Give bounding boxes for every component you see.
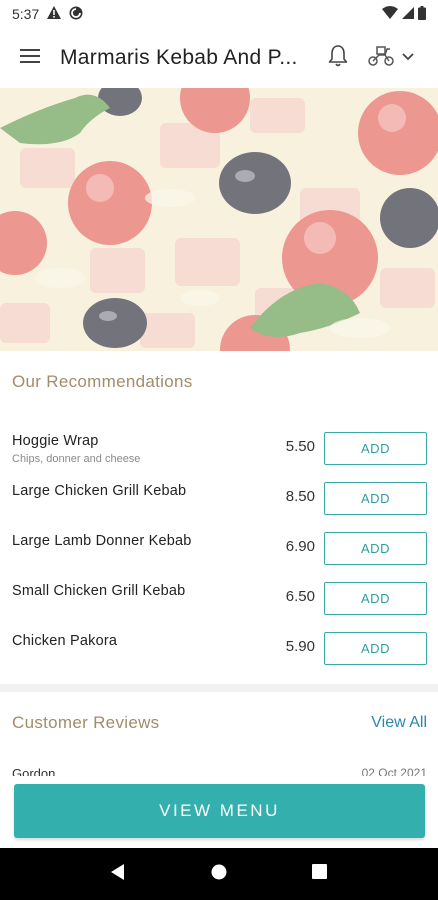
- item-name: Chicken Pakora: [12, 633, 118, 649]
- status-bar: 5:37: [0, 0, 438, 28]
- list-item[interactable]: Hoggie Wrap Chips, donner and cheese 5.5…: [0, 430, 438, 480]
- list-item[interactable]: Chicken Pakora 5.90 ADD: [0, 630, 438, 680]
- view-menu-button[interactable]: VIEW MENU: [14, 784, 425, 838]
- recommendations-list: Hoggie Wrap Chips, donner and cheese 5.5…: [0, 430, 438, 680]
- item-price: 8.50: [285, 488, 315, 505]
- add-button[interactable]: ADD: [324, 632, 427, 665]
- item-name: Small Chicken Grill Kebab: [12, 583, 186, 599]
- item-name: Large Lamb Donner Kebab: [12, 533, 192, 549]
- item-name: Large Chicken Grill Kebab: [12, 483, 187, 499]
- app-bar: Marmaris Kebab And P...: [0, 28, 438, 88]
- chevron-down-icon: [401, 49, 415, 67]
- menu-icon: [20, 48, 40, 68]
- restaurant-title: Marmaris Kebab And P...: [60, 46, 298, 69]
- back-button[interactable]: [98, 854, 138, 894]
- hero-food-image: [0, 88, 438, 351]
- battery-icon: [418, 5, 426, 23]
- delivery-mode-selector[interactable]: [367, 34, 415, 82]
- bell-icon: [328, 44, 348, 73]
- recents-icon: [312, 864, 328, 884]
- signal-icon: [402, 6, 414, 22]
- item-name: Hoggie Wrap: [12, 433, 99, 449]
- back-icon: [110, 863, 126, 886]
- item-description: Chips, donner and cheese: [12, 453, 141, 465]
- system-nav-bar: [0, 848, 438, 900]
- wifi-icon: [382, 6, 398, 22]
- list-item[interactable]: Large Chicken Grill Kebab 8.50 ADD: [0, 480, 438, 530]
- add-button[interactable]: ADD: [324, 482, 427, 515]
- view-all-reviews-link[interactable]: View All: [371, 714, 427, 732]
- add-button[interactable]: ADD: [324, 582, 427, 615]
- home-icon: [211, 864, 227, 885]
- section-divider: [0, 684, 438, 692]
- home-button[interactable]: [199, 854, 239, 894]
- list-item[interactable]: Small Chicken Grill Kebab 6.50 ADD: [0, 580, 438, 630]
- item-price: 5.90: [285, 638, 315, 655]
- item-price: 6.90: [285, 538, 315, 555]
- alert-icon: [47, 6, 62, 22]
- notifications-button[interactable]: [319, 34, 357, 82]
- add-button[interactable]: ADD: [324, 432, 427, 465]
- delivery-scooter-icon: [367, 45, 395, 72]
- recommendations-title: Our Recommendations: [12, 372, 193, 391]
- data-saver-icon: [69, 6, 83, 23]
- item-price: 6.50: [285, 588, 315, 605]
- recents-button[interactable]: [300, 854, 340, 894]
- status-time: 5:37: [12, 6, 40, 22]
- reviews-title: Customer Reviews: [12, 713, 160, 732]
- item-price: 5.50: [285, 438, 315, 455]
- add-button[interactable]: ADD: [324, 532, 427, 565]
- list-item[interactable]: Large Lamb Donner Kebab 6.90 ADD: [0, 530, 438, 580]
- menu-button[interactable]: [0, 28, 60, 88]
